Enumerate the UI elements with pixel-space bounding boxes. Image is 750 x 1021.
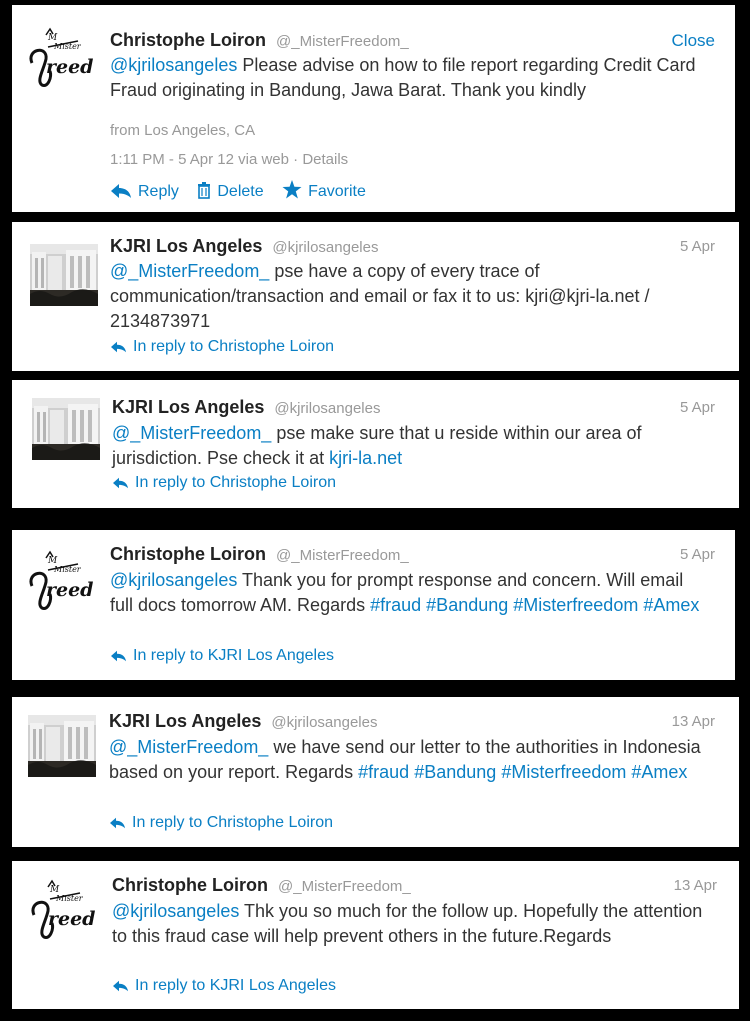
mention-link[interactable]: @_MisterFreedom_ [110,261,269,281]
author-name[interactable]: Christophe Loiron [112,875,268,895]
favorite-label: Favorite [308,183,366,200]
in-reply-to-label: In reply to KJRI Los Angeles [133,647,334,664]
tweet-text: @_MisterFreedom_ pse make sure that u re… [112,421,712,471]
tweet-author[interactable]: KJRI Los Angeles @kjrilosangeles [112,397,380,418]
mister-freedom-logo-icon: M reedom Mister [31,879,128,939]
favorite-button[interactable]: Favorite [282,180,366,201]
avatar[interactable] [28,715,96,777]
tweet-card[interactable]: M reedom Mister Christophe Loiron @_Miste… [12,861,739,1009]
tweet-card[interactable]: KJRI Los Angeles @kjrilosangeles 5 Apr @_… [12,380,739,508]
avatar[interactable] [30,244,98,306]
reply-arrow-icon [110,817,125,829]
hashtag-link[interactable]: #Misterfreedom [501,762,626,782]
svg-text:Mister: Mister [53,42,82,51]
tweet-actions: Reply Delete Favorite [110,180,380,201]
tweet-date[interactable]: 5 Apr [680,399,715,416]
in-reply-to-link[interactable]: In reply to Christophe Loiron [110,338,334,356]
author-name[interactable]: Christophe Loiron [110,544,266,564]
tweet-timestamp[interactable]: 1:11 PM - 5 Apr 12 via web [110,151,289,168]
reply-arrow-icon [113,980,128,992]
in-reply-to-label: In reply to Christophe Loiron [135,474,336,491]
delete-button[interactable]: Delete [197,182,264,201]
hashtag-link[interactable]: #Amex [643,595,699,615]
mention-link[interactable]: @kjrilosangeles [110,55,237,75]
delete-label: Delete [217,183,264,200]
mention-link[interactable]: @kjrilosangeles [110,570,237,590]
tweet-card[interactable]: KJRI Los Angeles @kjrilosangeles 13 Apr @… [12,697,739,847]
tweet-date[interactable]: 13 Apr [674,877,717,894]
mention-link[interactable]: @_MisterFreedom_ [112,423,271,443]
mention-link[interactable]: @kjrilosangeles [112,901,239,921]
hashtag-link[interactable]: #Bandung [414,762,496,782]
hashtag-link[interactable]: #Bandung [426,595,508,615]
mister-freedom-logo-icon: M reedom Mister [29,27,126,87]
author-handle[interactable]: @_MisterFreedom_ [276,33,409,50]
tweet-author[interactable]: Christophe Loiron @_MisterFreedom_ [112,875,411,896]
url-link[interactable]: kjri-la.net [329,448,402,468]
author-handle[interactable]: @_MisterFreedom_ [278,878,411,895]
in-reply-to-label: In reply to KJRI Los Angeles [135,977,336,994]
consulate-building-photo-icon [30,244,98,306]
trash-icon [198,182,211,199]
consulate-building-photo-icon [32,398,100,460]
reply-arrow-icon [111,341,126,353]
in-reply-to-link[interactable]: In reply to KJRI Los Angeles [112,977,336,995]
in-reply-to-link[interactable]: In reply to Christophe Loiron [112,474,336,492]
consulate-building-photo-icon [28,715,96,777]
tweet-text: @kjrilosangeles Thk you so much for the … [112,899,712,949]
author-name[interactable]: Christophe Loiron [110,30,266,50]
tweet-card[interactable]: M reedom Mister Christophe Loiron @_Miste… [12,530,735,680]
mister-freedom-logo-icon: M reedom Mister [29,550,126,610]
author-handle[interactable]: @kjrilosangeles [272,239,378,256]
mention-link[interactable]: @_MisterFreedom_ [109,737,268,757]
svg-text:Mister: Mister [53,565,82,574]
tweet-text: @_MisterFreedom_ we have send our letter… [109,735,709,785]
author-name[interactable]: KJRI Los Angeles [110,236,262,256]
tweet-author[interactable]: Christophe Loiron @_MisterFreedom_ [110,544,409,565]
star-icon [282,180,302,199]
tweet-location: from Los Angeles, CA [110,122,256,139]
tweet-date[interactable]: 13 Apr [672,713,715,730]
tweet-author[interactable]: KJRI Los Angeles @kjrilosangeles [109,711,377,732]
reply-label: Reply [138,183,179,200]
tweet-card[interactable]: M reedom Mister Christophe Loiron @_Miste… [12,5,735,212]
reply-arrow-icon [111,650,126,662]
avatar[interactable]: M reedom Mister [26,877,128,947]
avatar[interactable] [32,398,100,460]
in-reply-to-label: In reply to Christophe Loiron [132,814,333,831]
details-link[interactable]: Details [302,151,348,168]
in-reply-to-link[interactable]: In reply to Christophe Loiron [109,814,333,832]
avatar[interactable]: M reedom Mister [24,548,126,618]
author-name[interactable]: KJRI Los Angeles [109,711,261,731]
tweet-timestamp-row: 1:11 PM - 5 Apr 12 via web · Details [110,151,348,168]
svg-text:reedom: reedom [46,56,94,78]
svg-text:reedom: reedom [46,579,94,601]
tweet-text: @kjrilosangeles Thank you for prompt res… [110,568,710,618]
author-handle[interactable]: @kjrilosangeles [271,714,377,731]
hashtag-link[interactable]: #Misterfreedom [513,595,638,615]
hashtag-link[interactable]: #Amex [631,762,687,782]
hashtag-link[interactable]: #fraud [370,595,421,615]
tweet-date[interactable]: 5 Apr [680,238,715,255]
author-handle[interactable]: @kjrilosangeles [274,400,380,417]
tweet-card[interactable]: KJRI Los Angeles @kjrilosangeles 5 Apr @_… [12,222,739,371]
author-handle[interactable]: @_MisterFreedom_ [276,547,409,564]
tweet-text: @kjrilosangeles Please advise on how to … [110,53,710,103]
tweet-author[interactable]: Christophe Loiron @_MisterFreedom_ [110,30,409,51]
reply-arrow-icon [111,184,131,198]
tweet-text: @_MisterFreedom_ pse have a copy of ever… [110,259,710,334]
author-name[interactable]: KJRI Los Angeles [112,397,264,417]
avatar[interactable]: M reedom Mister [24,25,126,95]
in-reply-to-label: In reply to Christophe Loiron [133,338,334,355]
reply-arrow-icon [113,477,128,489]
hashtag-link[interactable]: #fraud [358,762,409,782]
close-button[interactable]: Close [672,31,715,51]
svg-text:Mister: Mister [55,894,84,903]
svg-text:reedom: reedom [48,908,96,930]
in-reply-to-link[interactable]: In reply to KJRI Los Angeles [110,647,334,665]
reply-button[interactable]: Reply [110,183,179,201]
tweet-date[interactable]: 5 Apr [680,546,715,563]
separator: · [288,151,303,168]
tweet-author[interactable]: KJRI Los Angeles @kjrilosangeles [110,236,378,257]
